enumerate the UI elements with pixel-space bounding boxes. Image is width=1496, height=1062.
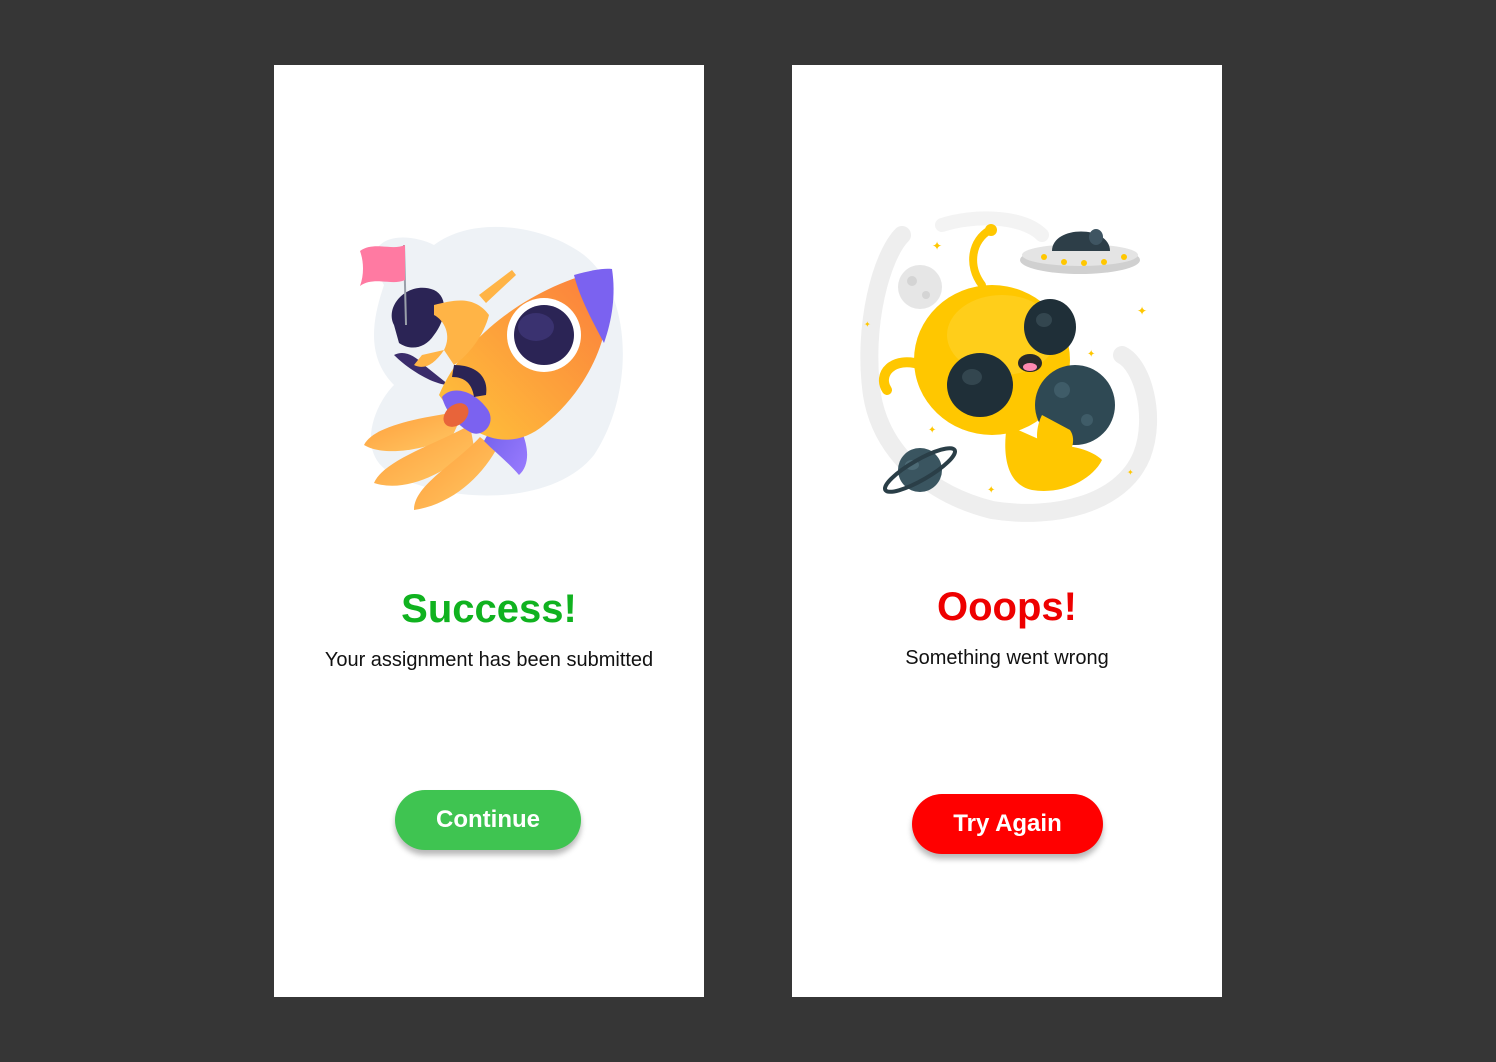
alien-space-illustration: ✦ ✦ ✦ ✦ ✦ ✦ ✦ — [860, 211, 1158, 522]
svg-text:✦: ✦ — [932, 239, 942, 253]
try-again-button[interactable]: Try Again — [912, 794, 1103, 854]
svg-text:✦: ✦ — [1137, 304, 1147, 318]
error-message: Something went wrong — [905, 647, 1109, 669]
error-title: Ooops! — [937, 585, 1077, 629]
svg-text:✦: ✦ — [864, 320, 871, 329]
svg-text:✦: ✦ — [1087, 349, 1095, 360]
error-screen: ✦ ✦ ✦ ✦ ✦ ✦ ✦ Ooops! Something went wron… — [792, 65, 1222, 997]
success-title: Success! — [401, 587, 577, 631]
success-message: Your assignment has been submitted — [324, 649, 654, 671]
svg-text:✦: ✦ — [1127, 468, 1134, 477]
svg-text:✦: ✦ — [987, 485, 995, 496]
svg-text:✦: ✦ — [928, 425, 936, 436]
success-screen: Success! Your assignment has been submit… — [274, 65, 704, 997]
rocket-launch-illustration — [360, 226, 623, 510]
continue-button[interactable]: Continue — [395, 790, 581, 850]
